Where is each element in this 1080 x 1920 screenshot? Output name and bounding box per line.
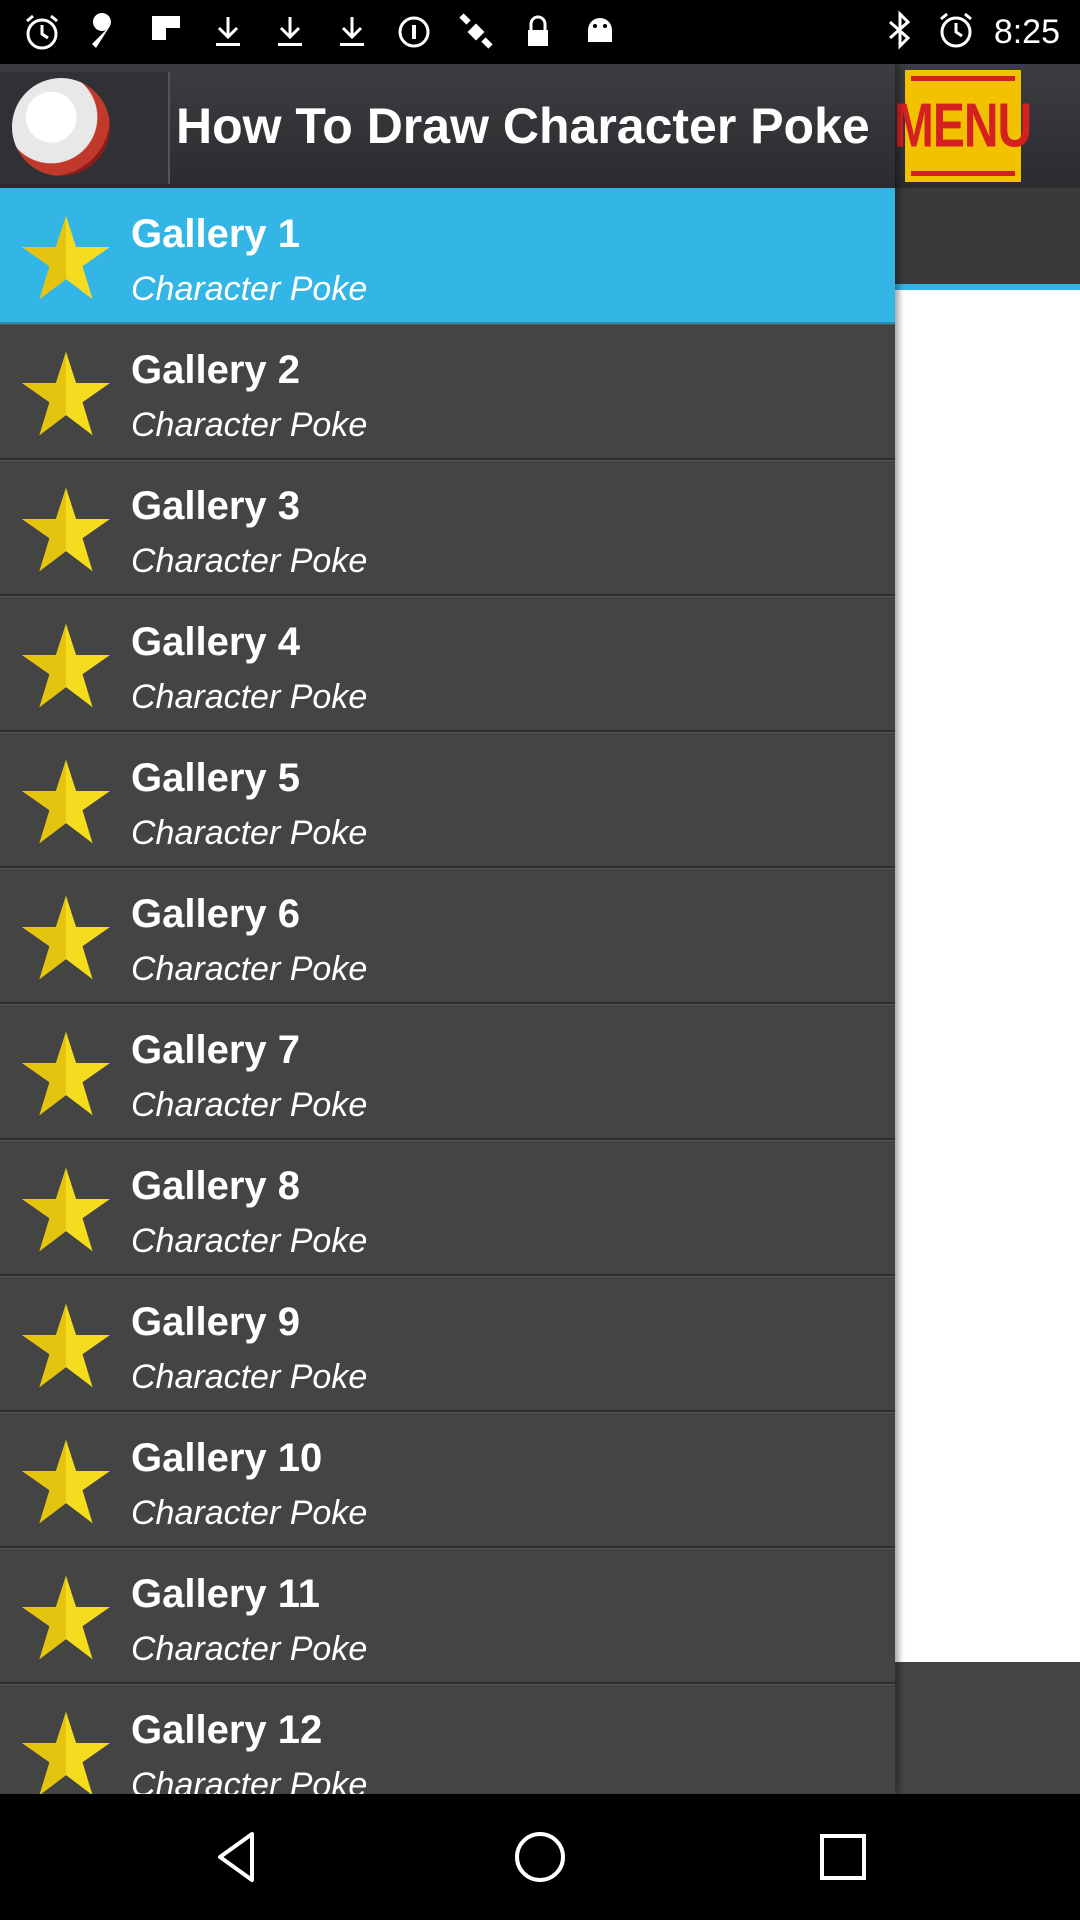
gallery-title: Gallery 2	[131, 348, 301, 392]
gallery-list: Gallery 1 Character Poke Gallery 2 Characte…	[0, 188, 895, 1794]
gallery-list-item[interactable]: Gallery 4 Character Poke	[0, 596, 895, 732]
gallery-subtitle: Character Poke	[131, 1358, 368, 1396]
download-icon	[208, 12, 248, 52]
gallery-subtitle: Character Poke	[131, 1222, 368, 1260]
recents-icon	[820, 1834, 866, 1880]
gallery-list-item[interactable]: Gallery 7 Character Poke	[0, 1004, 895, 1140]
download-icon	[270, 12, 310, 52]
gallery-list-item[interactable]: Gallery 3 Character Poke	[0, 460, 895, 596]
star-icon	[20, 1302, 112, 1390]
android-icon	[580, 12, 620, 52]
status-bar: 8:25	[0, 0, 1080, 64]
star-icon	[20, 214, 112, 302]
satellite-icon	[456, 12, 496, 52]
drawer-header: How To Draw Character Poke	[0, 64, 895, 190]
home-icon	[515, 1832, 565, 1882]
gallery-list-item[interactable]: Gallery 6 Character Poke	[0, 868, 895, 1004]
star-icon	[20, 622, 112, 710]
menu-button[interactable]: MENU	[894, 64, 1032, 188]
star-icon	[20, 1438, 112, 1526]
navigation-bar	[0, 1794, 1080, 1920]
gallery-subtitle: Character Poke	[131, 1766, 368, 1794]
gallery-subtitle: Character Poke	[131, 814, 368, 852]
content-footer	[895, 1662, 1080, 1794]
clock: 8:25	[993, 12, 1060, 51]
gallery-list-item[interactable]: Gallery 9 Character Poke	[0, 1276, 895, 1412]
bluetooth-icon	[882, 9, 918, 55]
gallery-list-item[interactable]: Gallery 11 Character Poke	[0, 1548, 895, 1684]
star-icon	[20, 1166, 112, 1254]
gallery-list-item[interactable]: Gallery 1 Character Poke	[0, 188, 895, 324]
back-button[interactable]	[202, 1822, 272, 1892]
gallery-subtitle: Character Poke	[131, 678, 368, 716]
gallery-list-item[interactable]: Gallery 5 Character Poke	[0, 732, 895, 868]
gallery-list-item[interactable]: Gallery 2 Character Poke	[0, 324, 895, 460]
alarm-icon	[936, 10, 976, 55]
notification-icons	[22, 0, 620, 64]
star-icon	[20, 758, 112, 846]
flipboard-icon	[146, 12, 186, 52]
gallery-title: Gallery 10	[131, 1436, 323, 1480]
content-header	[895, 188, 1080, 284]
gallery-list-item[interactable]: Gallery 10 Character Poke	[0, 1412, 895, 1548]
logo-image	[12, 78, 110, 176]
gallery-subtitle: Character Poke	[131, 1086, 368, 1124]
gallery-title: Gallery 1	[131, 212, 301, 256]
system-icons: 8:25	[882, 0, 1060, 64]
gallery-title: Gallery 3	[131, 484, 301, 528]
home-button[interactable]	[505, 1822, 575, 1892]
navigation-drawer: How To Draw Character Poke Gallery 1 Char…	[0, 64, 895, 1794]
gallery-title: Gallery 12	[131, 1708, 323, 1752]
gallery-title: Gallery 7	[131, 1028, 301, 1072]
gallery-subtitle: Character Poke	[131, 1630, 368, 1668]
gallery-subtitle: Character Poke	[131, 950, 368, 988]
star-icon	[20, 1574, 112, 1662]
gallery-title: Gallery 8	[131, 1164, 301, 1208]
gallery-list-item[interactable]: Gallery 12 Character Poke	[0, 1684, 895, 1794]
gallery-title: Gallery 5	[131, 756, 301, 800]
gallery-subtitle: Character Poke	[131, 406, 368, 444]
wrench-icon	[84, 12, 124, 52]
data-saver-icon	[394, 12, 434, 52]
gallery-title: Gallery 11	[131, 1572, 321, 1616]
star-icon	[20, 894, 112, 982]
recents-button[interactable]	[808, 1822, 878, 1892]
star-icon	[20, 486, 112, 574]
app-logo[interactable]	[0, 72, 170, 184]
menu-icon: MENU	[894, 70, 1032, 182]
star-icon	[20, 1030, 112, 1118]
alarm-icon	[22, 12, 62, 52]
gallery-subtitle: Character Poke	[131, 542, 368, 580]
lock-icon	[518, 12, 558, 52]
gallery-title: Gallery 9	[131, 1300, 301, 1344]
page-title: How To Draw Character Poke	[176, 98, 870, 154]
download-icon	[332, 12, 372, 52]
content-area	[895, 290, 1080, 1662]
back-icon	[218, 1832, 254, 1882]
gallery-subtitle: Character Poke	[131, 270, 368, 308]
gallery-list-item[interactable]: Gallery 8 Character Poke	[0, 1140, 895, 1276]
star-icon	[20, 1710, 112, 1794]
gallery-subtitle: Character Poke	[131, 1494, 368, 1532]
gallery-title: Gallery 6	[131, 892, 301, 936]
star-icon	[20, 350, 112, 438]
gallery-title: Gallery 4	[131, 620, 301, 664]
